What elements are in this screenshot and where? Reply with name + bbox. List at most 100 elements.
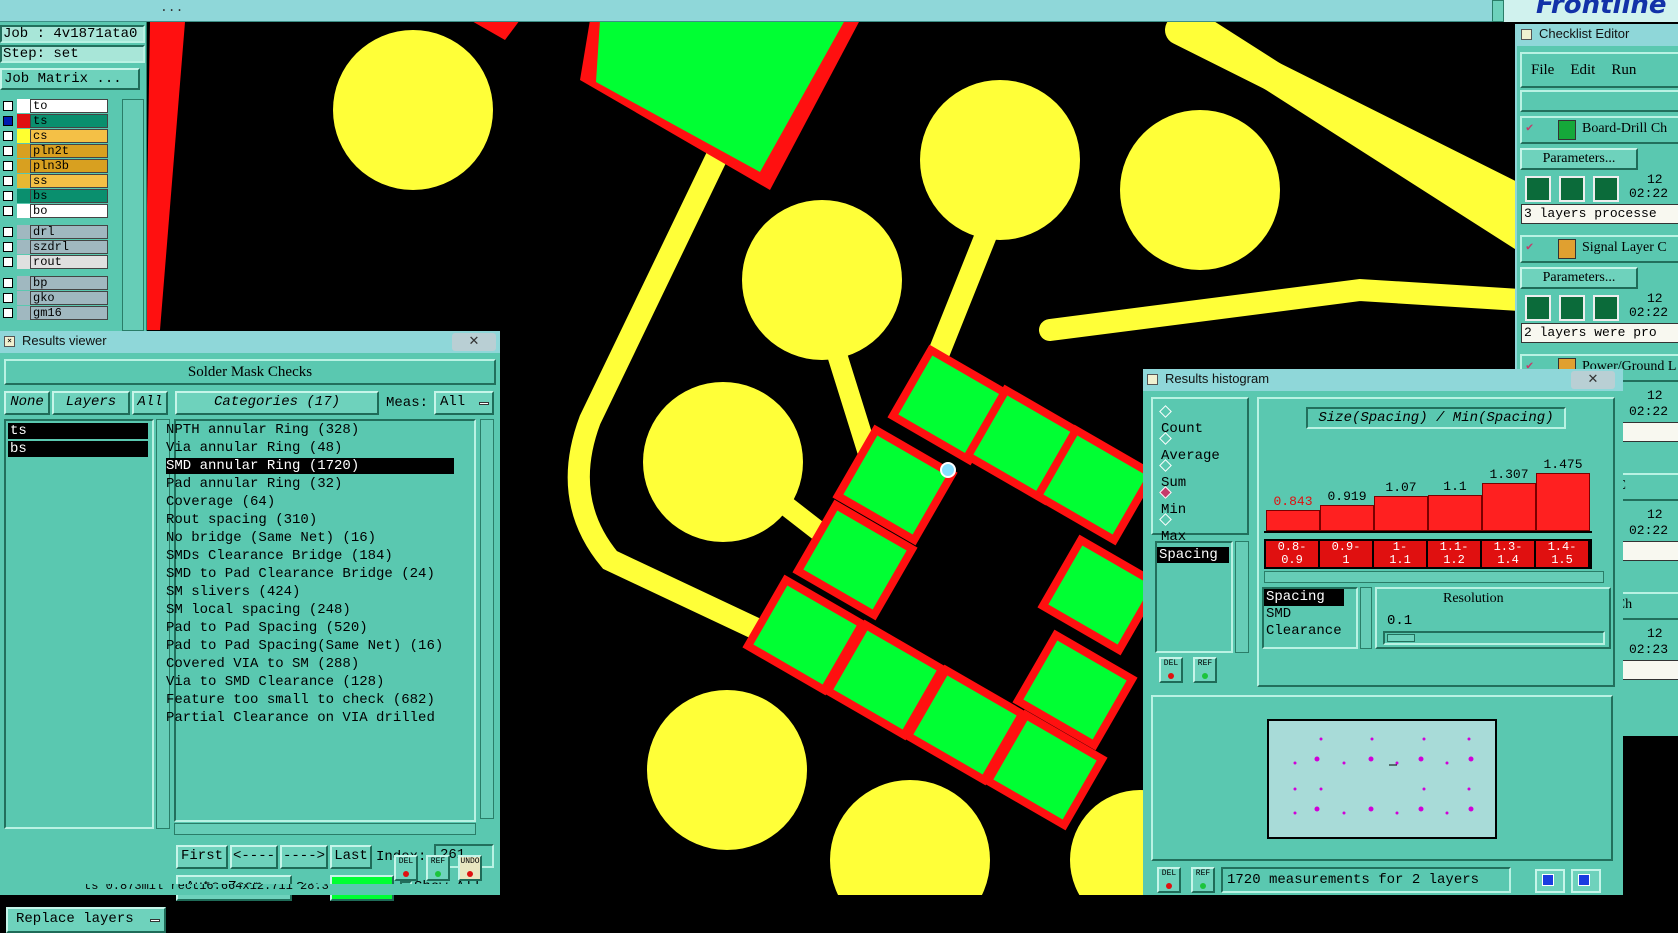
- viewer-ref-icon-button[interactable]: REF: [426, 855, 450, 881]
- check-action-icon[interactable]: [1593, 295, 1619, 321]
- categories-button[interactable]: Categories (17): [175, 391, 379, 415]
- selected-layer-item[interactable]: ts: [8, 423, 148, 439]
- replace-layers-select[interactable]: Replace layers: [6, 907, 166, 933]
- category-item[interactable]: Via to SMD Clearance (128): [166, 674, 384, 690]
- histogram-bar[interactable]: [1320, 505, 1374, 531]
- layer-name[interactable]: gm16: [30, 306, 108, 320]
- checklist-menu-file[interactable]: File: [1531, 62, 1554, 78]
- viewer-del-icon-button[interactable]: DEL: [394, 855, 418, 881]
- category-item[interactable]: Covered VIA to SM (288): [166, 656, 359, 672]
- category-item[interactable]: Partial Clearance on VIA drilled: [166, 710, 435, 726]
- histogram-bar[interactable]: [1374, 496, 1428, 531]
- top-scroll-stub[interactable]: [1492, 0, 1504, 22]
- parameters-button[interactable]: Parameters...: [1520, 267, 1638, 289]
- layer-checkbox[interactable]: [3, 293, 13, 303]
- category-item[interactable]: SMDs Clearance Bridge (184): [166, 548, 393, 564]
- layer-name[interactable]: ss: [30, 174, 108, 188]
- first-button[interactable]: First: [176, 845, 228, 869]
- check-action-icon[interactable]: [1559, 176, 1585, 202]
- categories-vscroll[interactable]: [480, 419, 494, 819]
- category-item[interactable]: Pad to Pad Spacing (520): [166, 620, 368, 636]
- category-item[interactable]: SMD to Pad Clearance Bridge (24): [166, 566, 435, 582]
- next-button[interactable]: ---->: [280, 845, 328, 869]
- histogram-left-list-item[interactable]: Spacing: [1157, 547, 1229, 563]
- checklist-item-header[interactable]: ✔ Signal Layer C: [1520, 235, 1678, 263]
- histogram-graph-icon[interactable]: [1571, 869, 1601, 893]
- category-item[interactable]: Feature too small to check (682): [166, 692, 435, 708]
- meas-select[interactable]: All: [434, 391, 494, 415]
- last-button[interactable]: Last: [330, 845, 372, 869]
- layer-checkbox[interactable]: [3, 257, 13, 267]
- histogram-ref-button[interactable]: REF: [1193, 657, 1217, 683]
- layer-name[interactable]: szdrl: [30, 240, 108, 254]
- layer-name[interactable]: drl: [30, 225, 108, 239]
- layer-name[interactable]: ts: [30, 114, 108, 128]
- check-enabled-icon[interactable]: ✔: [1526, 239, 1533, 254]
- category-item[interactable]: SM local spacing (248): [166, 602, 351, 618]
- histogram-bar[interactable]: [1536, 473, 1590, 531]
- histogram-close-button[interactable]: ✕: [1571, 371, 1615, 389]
- resolution-slider-thumb[interactable]: [1387, 634, 1415, 642]
- measure-item[interactable]: Clearance: [1264, 623, 1356, 640]
- viewer-undo-icon-button[interactable]: UNDO: [458, 855, 482, 881]
- layer-list-scrollbar[interactable]: [122, 99, 144, 331]
- check-action-icon[interactable]: [1525, 295, 1551, 321]
- layer-checkbox[interactable]: [3, 206, 13, 216]
- layer-checkbox[interactable]: [3, 116, 13, 126]
- layer-name[interactable]: gko: [30, 291, 108, 305]
- layer-checkbox[interactable]: [3, 227, 13, 237]
- layer-checkbox[interactable]: [3, 131, 13, 141]
- check-action-icon[interactable]: [1525, 176, 1551, 202]
- category-item[interactable]: SM slivers (424): [166, 584, 300, 600]
- histogram-del-button[interactable]: DEL: [1159, 657, 1183, 683]
- histogram-hscroll[interactable]: [1264, 571, 1604, 583]
- check-action-icon[interactable]: [1593, 176, 1619, 202]
- none-button[interactable]: None: [4, 391, 50, 415]
- layer-name[interactable]: to: [30, 99, 108, 113]
- layer-checkbox[interactable]: [3, 191, 13, 201]
- layer-checkbox[interactable]: [3, 242, 13, 252]
- results-viewer-close-button[interactable]: ✕: [452, 333, 496, 351]
- histogram-bar[interactable]: [1428, 495, 1482, 531]
- all-layers-button[interactable]: All: [132, 391, 168, 415]
- histogram-bar[interactable]: [1266, 510, 1320, 531]
- checklist-menu-run[interactable]: Run: [1611, 62, 1636, 78]
- category-item[interactable]: NPTH annular Ring (328): [166, 422, 359, 438]
- category-item[interactable]: Via annular Ring (48): [166, 440, 342, 456]
- category-item[interactable]: Coverage (64): [166, 494, 275, 510]
- layer-name[interactable]: pln2t: [30, 144, 108, 158]
- measure-list-scroll[interactable]: [1360, 587, 1372, 649]
- histogram-left-scroll[interactable]: [1235, 541, 1249, 653]
- layer-checkbox[interactable]: [3, 308, 13, 318]
- layer-checkbox[interactable]: [3, 146, 13, 156]
- layer-checkbox[interactable]: [3, 101, 13, 111]
- layers-button[interactable]: Layers: [52, 391, 130, 415]
- job-matrix-button[interactable]: Job Matrix ...: [0, 68, 140, 90]
- parameters-button[interactable]: Parameters...: [1520, 148, 1638, 170]
- layer-checkbox[interactable]: [3, 176, 13, 186]
- checklist-item-header[interactable]: ✔ Board-Drill Ch: [1520, 116, 1678, 144]
- check-action-icon[interactable]: [1559, 295, 1585, 321]
- measure-item[interactable]: SMD: [1264, 606, 1356, 623]
- resolution-slider[interactable]: [1383, 631, 1605, 645]
- layer-checkbox[interactable]: [3, 161, 13, 171]
- histogram-export-icon[interactable]: [1535, 869, 1565, 893]
- layer-checkbox[interactable]: [3, 278, 13, 288]
- category-item[interactable]: Rout spacing (310): [166, 512, 317, 528]
- prev-button[interactable]: <----: [230, 845, 278, 869]
- layer-name[interactable]: pln3b: [30, 159, 108, 173]
- category-item[interactable]: Pad to Pad Spacing(Same Net) (16): [166, 638, 443, 654]
- histogram-bar[interactable]: [1482, 483, 1536, 531]
- category-item[interactable]: Pad annular Ring (32): [166, 476, 342, 492]
- category-item[interactable]: SMD annular Ring (1720): [166, 458, 454, 474]
- layer-name[interactable]: bs: [30, 189, 108, 203]
- check-enabled-icon[interactable]: ✔: [1526, 120, 1533, 135]
- measure-list[interactable]: Spacing SMD Clearance: [1262, 587, 1358, 649]
- histogram-footer-del-button[interactable]: DEL: [1157, 867, 1181, 893]
- categories-hscroll[interactable]: [174, 823, 476, 835]
- category-item[interactable]: No bridge (Same Net) (16): [166, 530, 376, 546]
- layer-name[interactable]: bp: [30, 276, 108, 290]
- histogram-left-list[interactable]: Spacing: [1155, 541, 1233, 653]
- measure-item[interactable]: Spacing: [1264, 589, 1344, 606]
- layer-name[interactable]: bo: [30, 204, 108, 218]
